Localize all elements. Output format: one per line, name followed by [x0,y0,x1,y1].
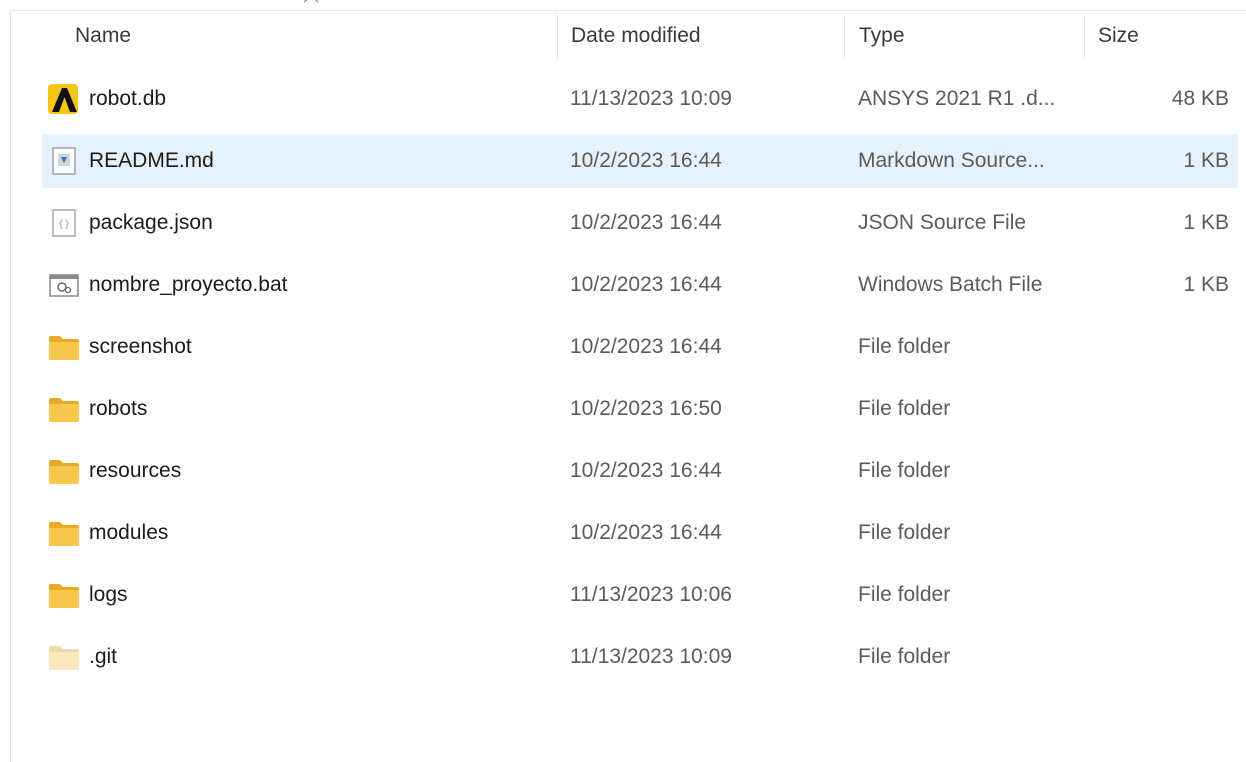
pane-edge [10,10,11,762]
file-type: Markdown Source... [858,149,1045,172]
json-file-icon: {} [48,192,80,254]
folder-icon [48,440,80,502]
file-type: File folder [858,521,951,544]
file-name: nombre_proyecto.bat [89,273,288,296]
file-date-modified: 10/2/2023 16:44 [570,459,722,482]
file-type: File folder [858,459,951,482]
file-name: robots [89,397,148,420]
file-date-modified: 10/2/2023 16:44 [570,335,722,358]
file-row[interactable]: README.md 10/2/2023 16:44 Markdown Source.… [42,132,1238,194]
folder-icon [48,378,80,440]
file-type: File folder [858,583,951,606]
file-row[interactable]: resources 10/2/2023 16:44 File folder [42,442,1238,504]
column-header-date-modified[interactable]: Date modified [558,11,845,62]
file-type: File folder [858,645,951,668]
chevron-up-icon [301,0,321,6]
file-type: ANSYS 2021 R1 .d... [858,87,1056,110]
file-type: File folder [858,335,951,358]
batch-file-icon [48,254,80,316]
file-name: modules [89,521,169,544]
folder-icon [48,564,80,626]
column-header-type[interactable]: Type [845,11,1085,62]
markdown-file-icon [48,130,80,192]
file-date-modified: 10/2/2023 16:44 [570,521,722,544]
file-size: 1 KB [1183,211,1229,234]
file-size: 48 KB [1171,87,1229,110]
file-row[interactable]: .git 11/13/2023 10:09 File folder [42,628,1238,690]
folder-icon [48,502,80,564]
column-header-size[interactable]: Size [1085,11,1246,62]
file-size: 1 KB [1183,149,1229,172]
file-row[interactable]: robot.db 11/13/2023 10:09 ANSYS 2021 R1 .d… [42,70,1238,132]
file-explorer-details-view: Name Date modified Type Size robot.db 11/… [0,0,1246,762]
file-list: robot.db 11/13/2023 10:09 ANSYS 2021 R1 .d… [42,70,1238,690]
file-date-modified: 10/2/2023 16:50 [570,397,722,420]
file-name: README.md [89,149,214,172]
file-row[interactable]: nombre_proyecto.bat 10/2/2023 16:44 Window… [42,256,1238,318]
folder-icon [48,316,80,378]
file-name: logs [89,583,128,606]
file-date-modified: 10/2/2023 16:44 [570,273,722,296]
file-date-modified: 11/13/2023 10:09 [570,87,732,110]
file-row[interactable]: {} package.json 10/2/2023 16:44 JSON Source… [42,194,1238,256]
hidden-folder-icon [48,626,80,688]
file-name: .git [89,645,118,668]
file-date-modified: 10/2/2023 16:44 [570,211,722,234]
file-type: File folder [858,397,951,420]
column-header-name[interactable]: Name [11,0,558,62]
column-header-type-label: Type [859,24,905,47]
column-header-size-label: Size [1098,24,1139,47]
file-size: 1 KB [1183,273,1229,296]
file-row[interactable]: screenshot 10/2/2023 16:44 File folder [42,318,1238,380]
column-header-date-label: Date modified [571,24,701,47]
column-header-name-label: Name [75,24,132,47]
file-date-modified: 11/13/2023 10:09 [570,645,732,668]
file-name: robot.db [89,87,167,110]
file-type: JSON Source File [858,211,1027,234]
file-date-modified: 10/2/2023 16:44 [570,149,722,172]
ansys-icon [48,68,80,130]
file-name: package.json [89,211,213,234]
svg-text:{}: {} [58,219,70,230]
file-name: resources [89,459,182,482]
file-row[interactable]: modules 10/2/2023 16:44 File folder [42,504,1238,566]
file-name: screenshot [89,335,192,358]
file-type: Windows Batch File [858,273,1043,296]
file-row[interactable]: robots 10/2/2023 16:50 File folder [42,380,1238,442]
file-date-modified: 11/13/2023 10:06 [570,583,732,606]
file-row[interactable]: logs 11/13/2023 10:06 File folder [42,566,1238,628]
column-header-bar: Name Date modified Type Size [11,0,1246,62]
